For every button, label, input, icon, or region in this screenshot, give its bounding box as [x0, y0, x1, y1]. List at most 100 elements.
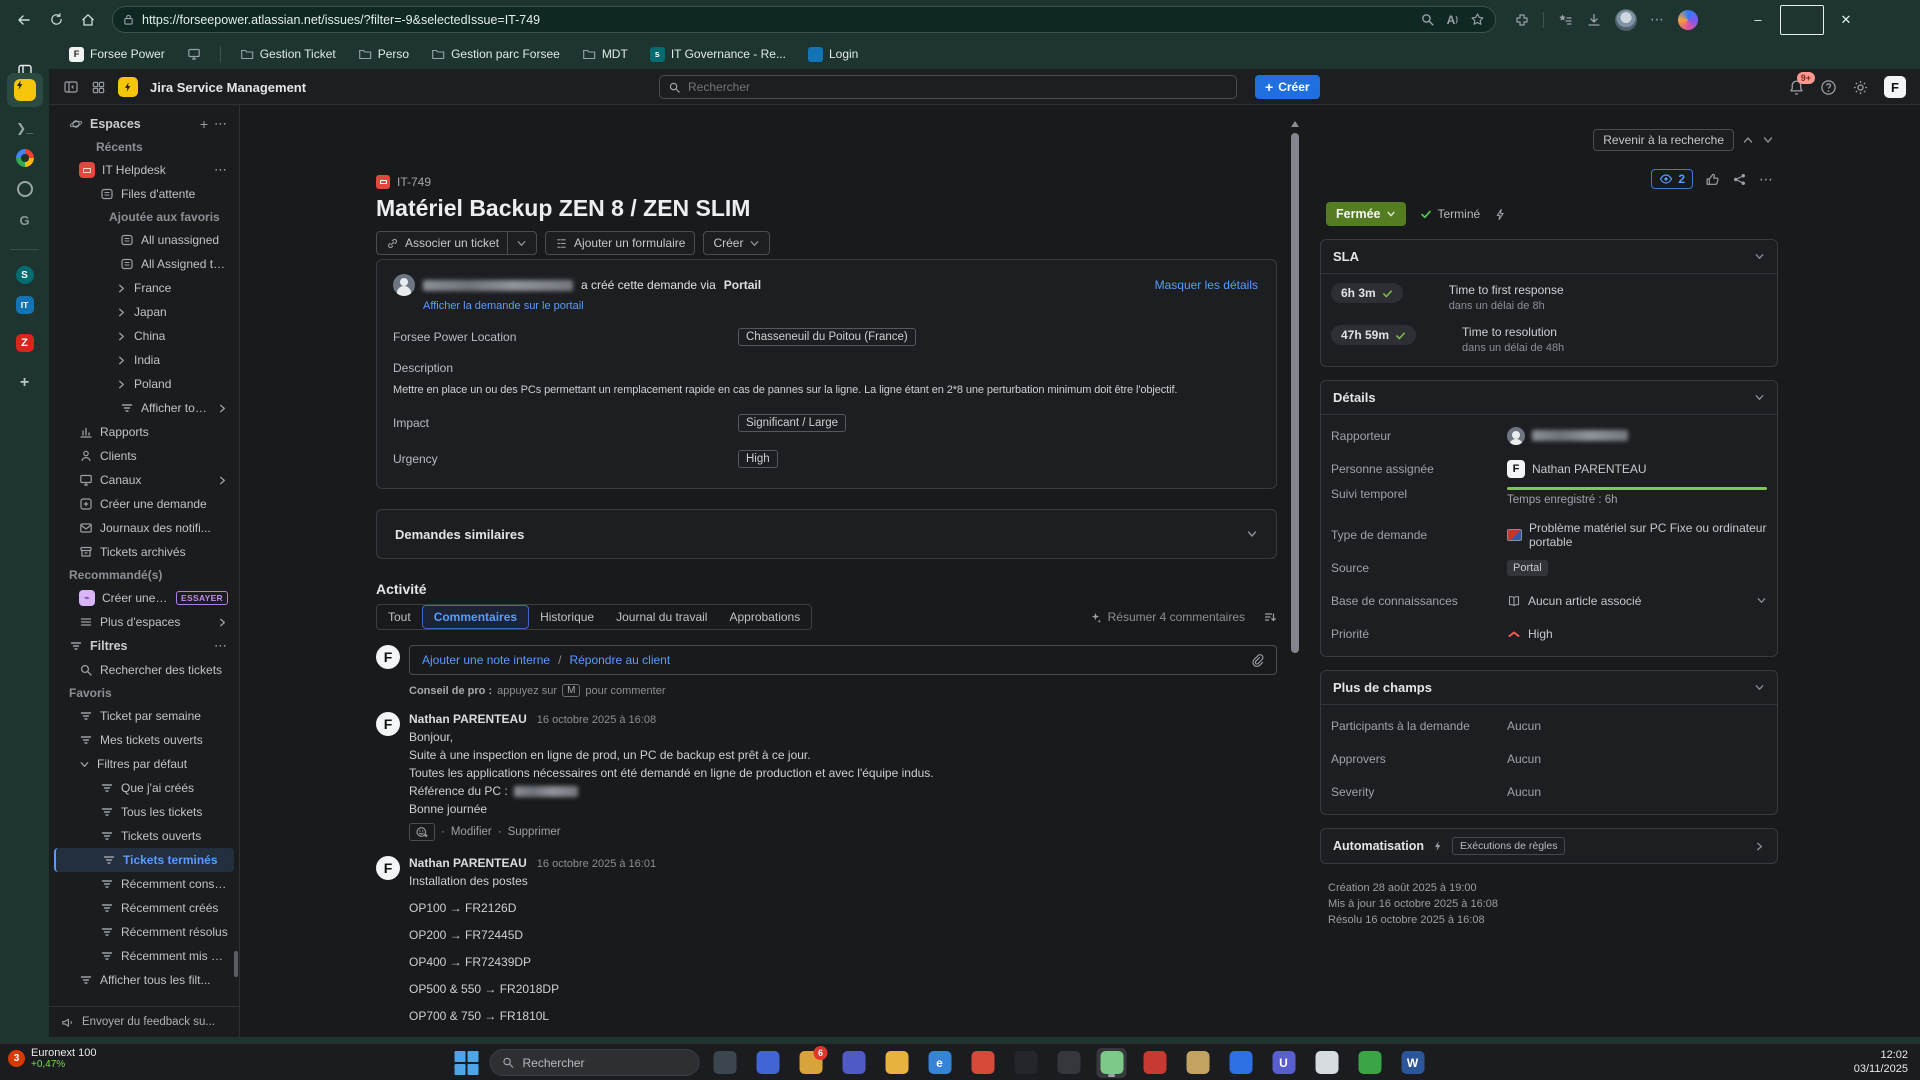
scroll-up-arrow[interactable] [1291, 121, 1299, 127]
bookmark-login[interactable]: Login [801, 44, 865, 65]
sidebar-item-afficher-toute[interactable]: Afficher toute... [54, 396, 234, 420]
sidebar-item-rapports[interactable]: Rapports [54, 420, 234, 444]
favorite-star-icon[interactable] [1470, 12, 1485, 27]
taskbar-app-red[interactable] [968, 1048, 998, 1078]
watchers-button[interactable]: 2 [1651, 169, 1693, 189]
sidebar-scrollbar[interactable] [234, 951, 238, 977]
extensions-icon[interactable] [1514, 12, 1530, 28]
bookmark-gestion-parc-forsee[interactable]: Gestion parc Forsee [424, 44, 567, 64]
previous-issue-icon[interactable] [1742, 134, 1754, 146]
delete-comment-link[interactable]: Supprimer [508, 826, 561, 838]
sidebar-item-it-helpdesk[interactable]: IT Helpdesk⋯ [54, 158, 234, 182]
create-button[interactable]: +Créer [1255, 75, 1320, 99]
collapse-sidebar-icon[interactable] [63, 79, 79, 95]
automation-bolt-icon[interactable] [1494, 208, 1507, 221]
sidebar-item-files-d-attente[interactable]: Files d'attente [54, 182, 234, 206]
taskbar-app-azure[interactable] [1226, 1048, 1256, 1078]
add-form-button[interactable]: Ajouter un formulaire [545, 231, 695, 255]
add-internal-note-link[interactable]: Ajouter une note interne [422, 653, 550, 667]
detail-row-type-de-demande[interactable]: Type de demandeProblème matériel sur PC … [1321, 518, 1777, 551]
sidebar-item-journaux-des-notifi[interactable]: Journaux des notifi... [54, 516, 234, 540]
summarize-comments-button[interactable]: Résumer 4 commentaires [1081, 607, 1253, 627]
field-value[interactable]: Chasseneuil du Poitou (France) [738, 328, 916, 346]
system-clock[interactable]: 12:02 03/11/2025 [1854, 1048, 1908, 1076]
taskbar-app-light[interactable] [1312, 1048, 1342, 1078]
home-icon[interactable] [74, 7, 102, 33]
sidebar-item-afficher-tous-les-filt[interactable]: Afficher tous les filt... [54, 968, 234, 992]
taskbar-search[interactable]: Rechercher [490, 1049, 700, 1076]
comment-author[interactable]: Nathan PARENTEAU [409, 712, 527, 726]
sidebar-item-tickets-archiv-s[interactable]: Tickets archivés [54, 540, 234, 564]
taskbar-app-u-purple[interactable]: U [1269, 1048, 1299, 1078]
sidebar-item-canaux[interactable]: Canaux [54, 468, 234, 492]
hide-details-link[interactable]: Masquer les détails [1155, 278, 1258, 292]
edit-comment-link[interactable]: Modifier [451, 826, 492, 838]
sidebar-item-cr-er-une-demande[interactable]: Créer une demande [54, 492, 234, 516]
more-field-severity[interactable]: SeverityAucun [1321, 775, 1777, 808]
global-search[interactable] [659, 75, 1237, 99]
sidebar-item-r-cemment-r-solus[interactable]: Récemment résolus [54, 920, 234, 944]
downloads-icon[interactable] [1586, 12, 1602, 28]
breadcrumb[interactable]: IT-749 [376, 175, 1277, 189]
detail-row-priorit-[interactable]: PrioritéHigh [1321, 617, 1777, 650]
send-feedback-button[interactable]: Envoyer du feedback su... [49, 1006, 239, 1037]
sidebar-item-clients[interactable]: Clients [54, 444, 234, 468]
bookmark-forsee-power[interactable]: FForsee Power [62, 44, 172, 65]
attachment-icon[interactable] [1250, 653, 1264, 667]
tab-journal-du-travail[interactable]: Journal du travail [605, 605, 718, 629]
detail-row-base-de-connaissances[interactable]: Base de connaissancesAucun article assoc… [1321, 584, 1777, 617]
sidebar-item-r-cemment-cr-s[interactable]: Récemment créés [54, 896, 234, 920]
sidebar-item-france[interactable]: France [54, 276, 234, 300]
search-page-icon[interactable] [1420, 12, 1435, 27]
tab-historique[interactable]: Historique [529, 605, 605, 629]
global-search-input[interactable] [688, 80, 1228, 94]
taskbar-app-green[interactable] [1355, 1048, 1385, 1078]
tab-approbations[interactable]: Approbations [718, 605, 811, 629]
taskbar-widget[interactable]: 3 Euronext 100 +0,47% [8, 1047, 96, 1070]
issue-key[interactable]: IT-749 [397, 175, 431, 189]
bookmark-gestion-ticket[interactable]: Gestion Ticket [233, 44, 343, 64]
tab-tout[interactable]: Tout [377, 605, 422, 629]
chevron-down-icon[interactable] [516, 238, 527, 249]
profile-avatar[interactable]: F [1884, 76, 1906, 98]
detail-row-personne-assign-e[interactable]: Personne assignéeFNathan PARENTEAU [1321, 452, 1777, 485]
favorites-bar-icon[interactable] [1557, 12, 1573, 28]
view-on-portal-link[interactable]: Afficher la demande sur le portail [423, 300, 1260, 312]
sidebar-item-r-cemment-consul[interactable]: Récemment consul... [54, 872, 234, 896]
scrollbar-thumb[interactable] [1291, 133, 1299, 653]
address-bar[interactable]: https://forseepower.atlassian.net/issues… [112, 6, 1496, 33]
detail-row-source[interactable]: SourcePortal [1321, 551, 1777, 584]
terminal-tab[interactable]: ❯_ [8, 113, 42, 143]
sidebar-item-india[interactable]: India [54, 348, 234, 372]
automation-panel[interactable]: Automatisation Exécutions de règles [1320, 828, 1778, 864]
taskbar-edge-blue[interactable]: e [925, 1048, 955, 1078]
jira-tab[interactable] [7, 73, 43, 107]
notifications-icon[interactable]: 9+ [1788, 79, 1805, 96]
refresh-icon[interactable] [42, 7, 70, 33]
taskbar-app-tan[interactable] [1183, 1048, 1213, 1078]
link-ticket-button[interactable]: Associer un ticket [376, 231, 537, 255]
taskbar-file-explorer[interactable] [882, 1048, 912, 1078]
more-field-participants-la-demande[interactable]: Participants à la demandeAucun [1321, 709, 1777, 742]
sidebar-item-tickets-termin-s[interactable]: Tickets terminés [54, 848, 234, 872]
sidebar-item-rechercher-des-tickets[interactable]: Rechercher des tickets [54, 658, 234, 682]
sidebar-item-japan[interactable]: Japan [54, 300, 234, 324]
start-button[interactable] [454, 1050, 480, 1076]
sidebar-item-espaces[interactable]: Espaces+⋯ [54, 112, 234, 136]
taskbar-browser-active[interactable] [1097, 1048, 1127, 1078]
add-reaction-button[interactable] [409, 823, 435, 841]
bookmark-icon[interactable] [180, 44, 208, 64]
next-issue-icon[interactable] [1762, 134, 1774, 146]
similar-requests-card[interactable]: Demandes similaires [376, 509, 1277, 559]
detail-row-rapporteur[interactable]: Rapporteur [1321, 419, 1777, 452]
browser-profile-avatar[interactable] [1615, 9, 1637, 31]
sidebar-item-all-assigned-to-me[interactable]: All Assigned to me [54, 252, 234, 276]
status-dropdown[interactable]: Fermée [1326, 202, 1406, 226]
bookmark-mdt[interactable]: MDT [575, 44, 635, 64]
help-icon[interactable] [1820, 79, 1837, 96]
copilot-icon[interactable] [1678, 10, 1698, 30]
taskbar-teams[interactable] [839, 1048, 869, 1078]
sidebar-item-tous-les-tickets[interactable]: Tous les tickets [54, 800, 234, 824]
sidebar-item-tickets-ouverts[interactable]: Tickets ouverts [54, 824, 234, 848]
chevron-right-icon[interactable] [1754, 841, 1765, 852]
